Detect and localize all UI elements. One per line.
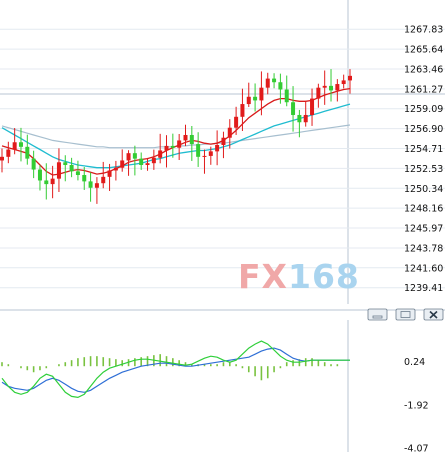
- fx168-watermark: FX 168: [238, 257, 360, 296]
- price-tick-label: 1261.27: [404, 84, 443, 95]
- watermark-number-text: 168: [288, 257, 360, 296]
- restore-icon[interactable]: [395, 308, 416, 321]
- price-chart-canvas[interactable]: FX 168 1267.83 1265.64 1263.46 1261.27 1259.…: [0, 0, 445, 452]
- price-tick-label: 1252.53: [404, 164, 443, 175]
- price-tick-label: 1245.97: [404, 224, 443, 235]
- price-tick-label: 1263.46: [404, 64, 443, 75]
- watermark-fx-text: FX: [238, 257, 288, 296]
- price-tick-label: 1243.78: [404, 243, 443, 254]
- indicator-window-buttons: [367, 308, 444, 321]
- close-icon[interactable]: [423, 308, 444, 321]
- price-tick-label: 1254.71: [404, 144, 443, 155]
- price-tick-label: 1248.16: [404, 204, 443, 215]
- macd-tick-label: -4.07: [404, 444, 429, 452]
- price-tick-label: 1265.64: [404, 45, 443, 56]
- minimize-icon[interactable]: [367, 308, 388, 321]
- macd-tick-label: 0.24: [404, 357, 425, 368]
- price-tick-label: 1241.60: [404, 263, 443, 274]
- price-tick-label: 1267.83: [404, 25, 443, 36]
- trading-chart-window: FX 168 1267.83 1265.64 1263.46 1261.27 1259.…: [0, 0, 445, 452]
- chart-background: [0, 0, 445, 452]
- price-tick-label: 1250.34: [404, 184, 443, 195]
- price-tick-label: 1259.09: [404, 104, 443, 115]
- price-tick-label: 1239.41: [404, 283, 443, 294]
- macd-tick-label: -1.92: [404, 400, 429, 411]
- price-tick-label: 1256.90: [404, 124, 443, 135]
